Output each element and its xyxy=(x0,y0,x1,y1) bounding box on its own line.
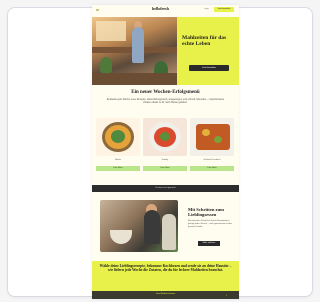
top-nav: hellofresh Login Jetzt bestellen xyxy=(92,5,239,15)
dish-menu-button[interactable]: Zum Menü xyxy=(96,166,140,171)
hero-title: Mahlzeiten für das echte Leben xyxy=(182,35,227,47)
hero-image xyxy=(92,17,177,85)
dish-card-image[interactable] xyxy=(190,118,234,156)
menu-icon[interactable] xyxy=(96,9,99,11)
footer-cta-label[interactable]: Jetzt Rabatt sichern xyxy=(92,293,239,295)
section-divider-bar: Kochen leicht gemacht xyxy=(92,185,239,192)
dish-label: Family xyxy=(161,159,169,161)
divider-label: Kochen leicht gemacht xyxy=(155,187,176,189)
menu-section-text: Entdecke jede Woche neue Rezepte: abwech… xyxy=(106,98,225,105)
promo-text: Wähle deine Lieblingsrezepte, bekomme Ko… xyxy=(99,264,232,273)
family-cooking-image xyxy=(100,200,178,252)
menu-section-title: Ein neuer Wochen-Erfolgsmenü xyxy=(131,90,200,95)
family-section-title: Mit Schritten zum Lieblingsessen xyxy=(188,207,224,218)
dish-card-image[interactable] xyxy=(96,118,140,156)
dish-menu-button[interactable]: Zum Menü xyxy=(143,166,187,171)
brand-logo[interactable]: hellofresh xyxy=(152,6,169,11)
nav-cta-button[interactable]: Jetzt bestellen xyxy=(214,7,234,12)
family-section-text: Mit einfachen Schritt-für-Schritt Rezept… xyxy=(188,220,233,228)
landing-page-preview: hellofresh Login Jetzt bestellen Mahlzei… xyxy=(92,5,239,299)
dish-menu-button[interactable]: Zum Menü xyxy=(190,166,234,171)
chevron-right-icon[interactable]: › xyxy=(226,293,227,297)
dish-label: Bowls xyxy=(115,159,121,161)
hero-cta-button[interactable]: Jetzt bestellen xyxy=(189,65,229,71)
footer-cta-bar[interactable]: Jetzt Rabatt sichern › xyxy=(92,291,239,299)
dish-label: Schnell & einfach xyxy=(203,159,221,161)
login-link[interactable]: Login xyxy=(204,8,209,10)
dish-card-image[interactable] xyxy=(143,118,187,156)
hero-panel xyxy=(177,17,239,85)
family-more-button[interactable]: Mehr erfahren xyxy=(198,241,220,246)
